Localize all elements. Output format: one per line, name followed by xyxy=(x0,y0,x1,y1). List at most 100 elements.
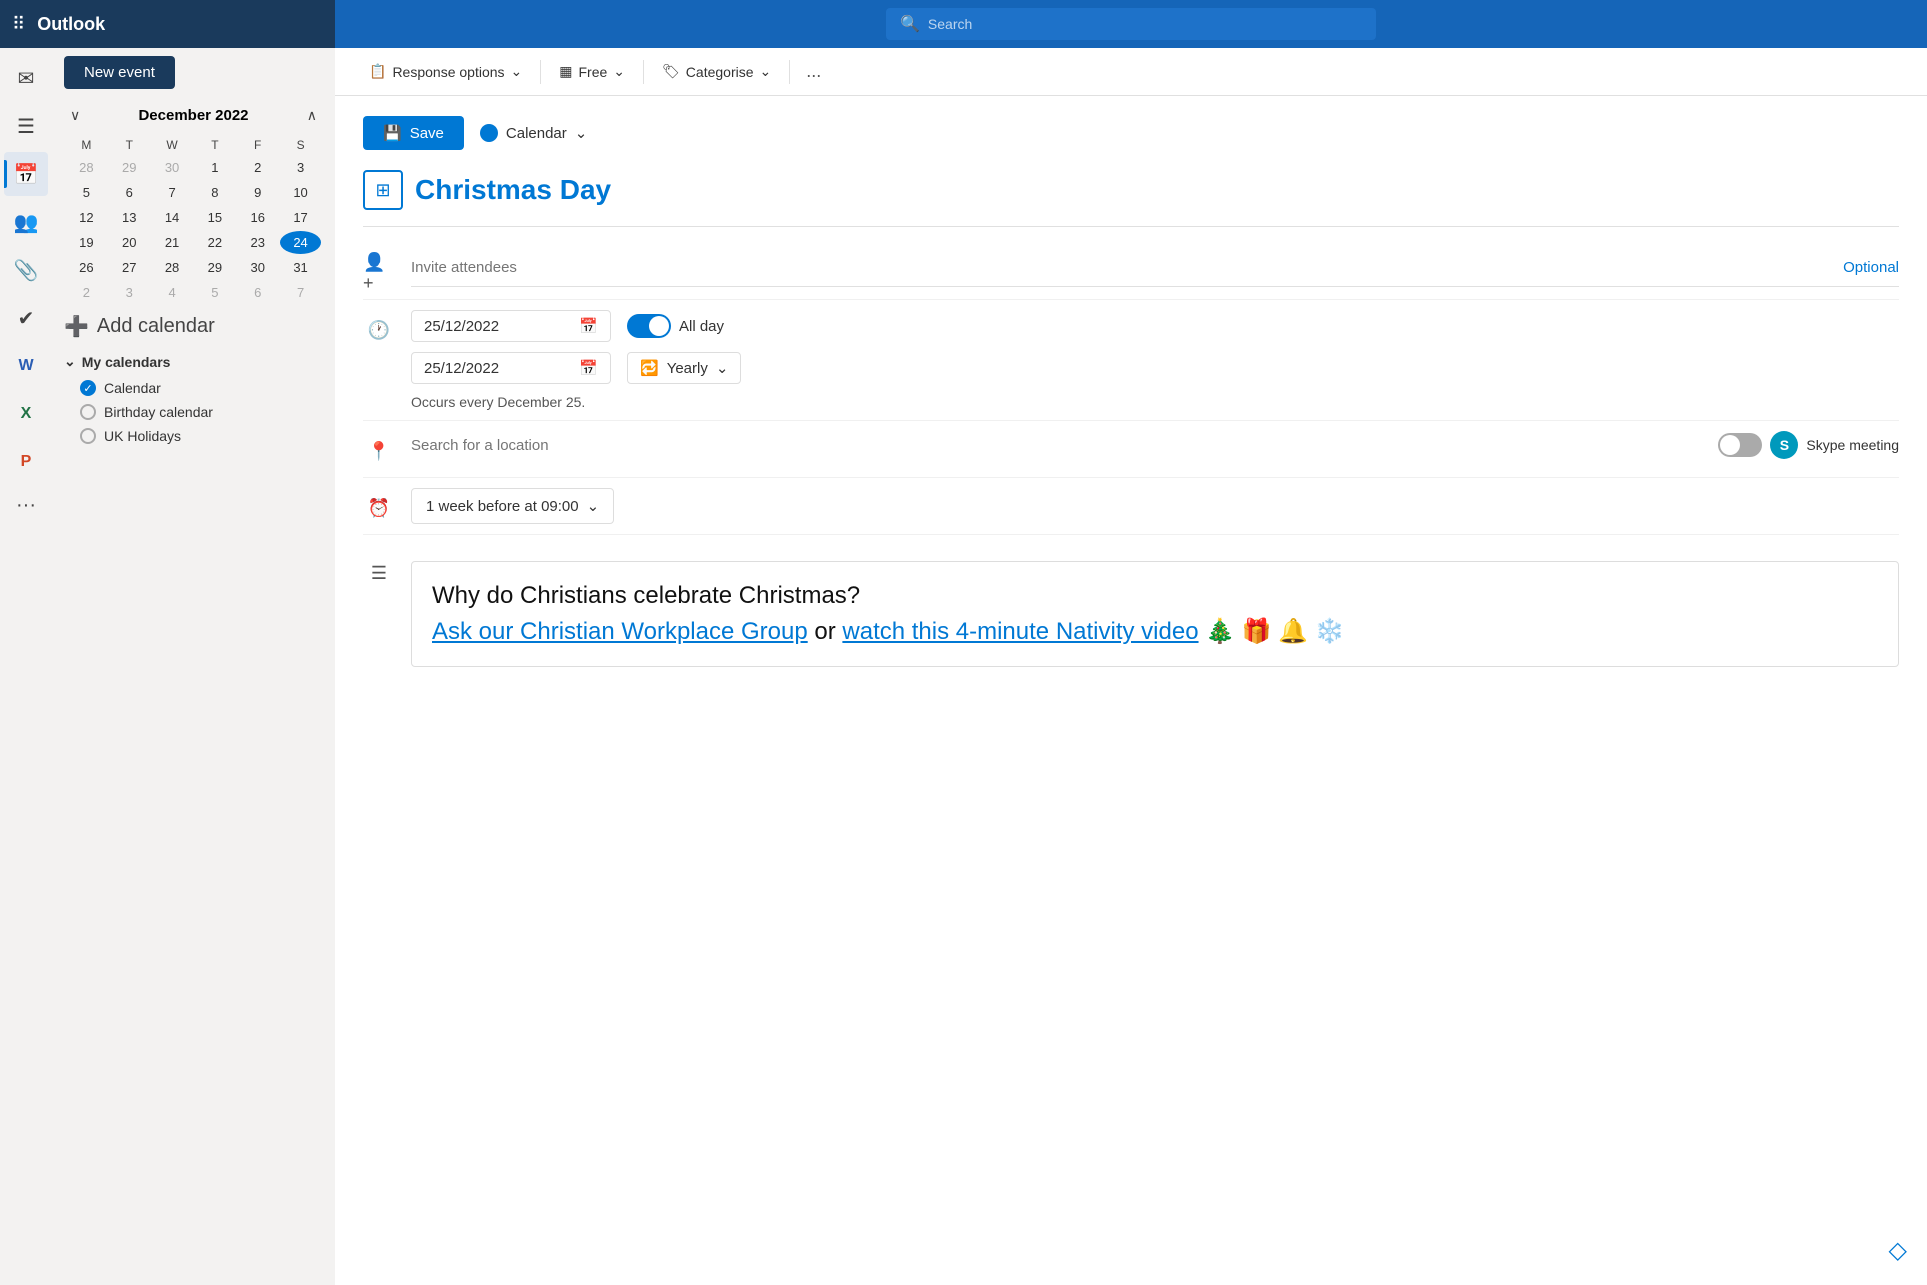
my-calendars-label: My calendars xyxy=(82,354,171,370)
cal-day-14[interactable]: 14 xyxy=(152,206,193,229)
calendar-table: M T W T F S 28 29 30 1 xyxy=(64,134,323,306)
free-button[interactable]: ▦ Free ⌄ xyxy=(549,57,635,86)
calendar-item-birthday[interactable]: Birthday calendar xyxy=(64,400,323,424)
next-month-button[interactable]: ∧ xyxy=(301,105,323,126)
sidebar-icon-mail[interactable]: ✉ xyxy=(4,56,48,100)
cal-day-7[interactable]: 7 xyxy=(152,181,193,204)
cal-day-1[interactable]: 1 xyxy=(194,156,235,179)
cal-day-2[interactable]: 2 xyxy=(237,156,278,179)
cal-day-31[interactable]: 31 xyxy=(280,256,321,279)
cal-day-23[interactable]: 23 xyxy=(237,231,278,254)
cal-day-16[interactable]: 16 xyxy=(237,206,278,229)
start-date-field[interactable]: 25/12/2022 📅 xyxy=(411,310,611,342)
cal-day-28-prev[interactable]: 28 xyxy=(66,156,107,179)
skype-toggle[interactable] xyxy=(1718,433,1762,457)
new-event-button[interactable]: New event xyxy=(64,56,175,89)
apps-grid-icon[interactable]: ⠿ xyxy=(12,14,25,35)
cal-day-5[interactable]: 5 xyxy=(66,181,107,204)
cal-day-2-next[interactable]: 2 xyxy=(66,281,107,304)
sidebar-icon-people[interactable]: 👥 xyxy=(4,200,48,244)
optional-link[interactable]: Optional xyxy=(1843,259,1899,276)
cal-day-3[interactable]: 3 xyxy=(280,156,321,179)
all-day-switch[interactable] xyxy=(627,314,671,338)
day-header-w: W xyxy=(152,136,193,154)
cal-day-4-next[interactable]: 4 xyxy=(152,281,193,304)
sidebar-icon-attach[interactable]: 📎 xyxy=(4,248,48,292)
sidebar-icon-hamburger[interactable]: ☰ xyxy=(4,104,48,148)
reminder-chevron-icon: ⌄ xyxy=(587,497,600,515)
cal-day-6-next[interactable]: 6 xyxy=(237,281,278,304)
cal-day-10[interactable]: 10 xyxy=(280,181,321,204)
cal-day-3-next[interactable]: 3 xyxy=(109,281,150,304)
body-link-1[interactable]: Ask our Christian Workplace Group xyxy=(432,618,808,645)
add-calendar-label: Add calendar xyxy=(97,315,215,338)
calendar-dot-empty-uk xyxy=(80,428,96,444)
skype-toggle-knob xyxy=(1720,435,1740,455)
save-button[interactable]: 💾 Save xyxy=(363,116,464,150)
cal-day-20[interactable]: 20 xyxy=(109,231,150,254)
cal-day-6[interactable]: 6 xyxy=(109,181,150,204)
body-link-2[interactable]: watch this 4-minute Nativity video xyxy=(842,618,1198,645)
calendar-dot-empty-birthday xyxy=(80,404,96,420)
app-title: Outlook xyxy=(37,14,105,35)
sidebar-icon-excel[interactable]: X xyxy=(4,392,48,436)
start-date-value: 25/12/2022 xyxy=(424,318,499,335)
cal-day-24[interactable]: 24 xyxy=(280,231,321,254)
cal-day-17[interactable]: 17 xyxy=(280,206,321,229)
cal-day-22[interactable]: 22 xyxy=(194,231,235,254)
cal-day-5-next[interactable]: 5 xyxy=(194,281,235,304)
categorise-icon: 🏷 xyxy=(662,63,680,80)
toolbar-more-button[interactable]: ... xyxy=(798,57,829,86)
cal-day-27[interactable]: 27 xyxy=(109,256,150,279)
mini-calendar: ∨ December 2022 ∧ M T W T F S xyxy=(64,105,323,306)
reminder-button[interactable]: 1 week before at 09:00 ⌄ xyxy=(411,488,614,524)
event-type-icon: ⊞ xyxy=(363,170,403,210)
cal-day-30-prev[interactable]: 30 xyxy=(152,156,193,179)
calendar-item-main[interactable]: ✓ Calendar xyxy=(64,376,323,400)
cal-day-30[interactable]: 30 xyxy=(237,256,278,279)
calendar-picker-icon: 📅 xyxy=(579,317,598,335)
month-title: December 2022 xyxy=(138,107,248,124)
cal-day-15[interactable]: 15 xyxy=(194,206,235,229)
search-input[interactable] xyxy=(928,16,1362,32)
cal-day-8[interactable]: 8 xyxy=(194,181,235,204)
my-calendars-header[interactable]: ⌄ My calendars xyxy=(64,347,323,376)
body-icon: ☰ xyxy=(363,557,395,589)
calendar-selector[interactable]: Calendar ⌄ xyxy=(480,124,587,142)
categorise-button[interactable]: 🏷 Categorise ⌄ xyxy=(652,57,781,86)
cal-day-13[interactable]: 13 xyxy=(109,206,150,229)
location-input[interactable] xyxy=(411,431,1702,460)
search-bar[interactable]: 🔍 xyxy=(886,8,1376,40)
cal-day-26[interactable]: 26 xyxy=(66,256,107,279)
cal-day-19[interactable]: 19 xyxy=(66,231,107,254)
sidebar-icon-word[interactable]: W xyxy=(4,344,48,388)
calendar-name-main: Calendar xyxy=(104,380,161,396)
recurrence-button[interactable]: 🔁 Yearly ⌄ xyxy=(627,352,741,384)
cal-day-29-prev[interactable]: 29 xyxy=(109,156,150,179)
cal-day-21[interactable]: 21 xyxy=(152,231,193,254)
diamond-icon[interactable]: ◇ xyxy=(1889,1236,1907,1265)
sidebar-icon-powerpoint[interactable]: P xyxy=(4,440,48,484)
body-or-text: or xyxy=(808,618,843,645)
prev-month-button[interactable]: ∨ xyxy=(64,105,86,126)
cal-day-9[interactable]: 9 xyxy=(237,181,278,204)
all-day-label: All day xyxy=(679,318,724,335)
sidebar-icon-tasks[interactable]: ✔ xyxy=(4,296,48,340)
all-day-toggle[interactable]: All day xyxy=(627,314,724,338)
cal-day-28[interactable]: 28 xyxy=(152,256,193,279)
sidebar-icon-more[interactable]: ··· xyxy=(16,488,36,523)
event-title-input[interactable] xyxy=(415,174,1899,206)
add-calendar-row[interactable]: ➕ Add calendar xyxy=(64,306,323,347)
cal-day-29[interactable]: 29 xyxy=(194,256,235,279)
free-chevron-icon: ⌄ xyxy=(613,63,625,80)
attendees-icon: 👤+ xyxy=(363,257,395,289)
event-form: 💾 Save Calendar ⌄ ⊞ 👤+ Optional xyxy=(335,96,1927,1285)
response-options-button[interactable]: 📋 Response options ⌄ xyxy=(359,57,532,86)
calendar-item-uk-holidays[interactable]: UK Holidays xyxy=(64,424,323,448)
cal-day-12[interactable]: 12 xyxy=(66,206,107,229)
cal-day-7-next[interactable]: 7 xyxy=(280,281,321,304)
sidebar-icon-calendar[interactable]: 📅 xyxy=(4,152,48,196)
body-area[interactable]: Why do Christians celebrate Christmas? A… xyxy=(411,561,1899,667)
attendee-input[interactable] xyxy=(411,253,1831,282)
end-date-field[interactable]: 25/12/2022 📅 xyxy=(411,352,611,384)
